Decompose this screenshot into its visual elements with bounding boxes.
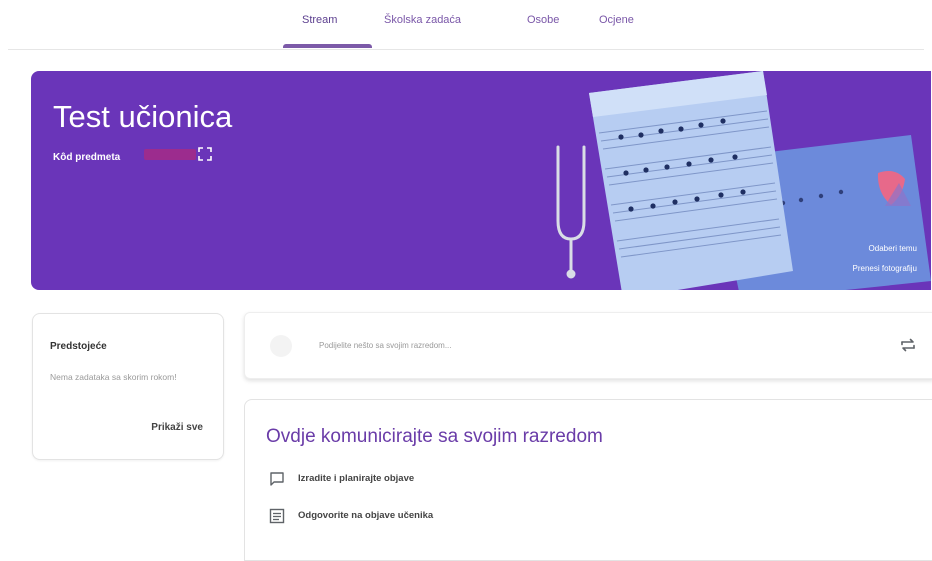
info-item-label: Izradite i planirajte objave: [298, 473, 415, 484]
upload-photo-link[interactable]: Prenesi fotografiju: [853, 264, 917, 273]
top-tab-bar: Stream Školska zadaća Osobe Ocjene: [0, 0, 932, 50]
music-sheet-front: [589, 71, 793, 290]
select-theme-link[interactable]: Odaberi temu: [869, 244, 917, 253]
active-tab-indicator: [283, 44, 372, 48]
comment-icon: [270, 472, 284, 486]
header-divider: [8, 49, 924, 50]
upcoming-card: Predstojeće Nema zadataka sa skorim roko…: [32, 313, 224, 460]
class-banner: Test učionica Kôd predmeta Odaberi temu …: [31, 71, 931, 290]
music-illustration: [556, 71, 931, 290]
info-item-label: Odgovorite na objave učenika: [298, 510, 434, 521]
class-title: Test učionica: [53, 99, 233, 134]
info-title: Ovdje komunicirajte sa svojim razredom: [266, 426, 603, 447]
avatar: [270, 335, 292, 357]
tab-classwork[interactable]: Školska zadaća: [384, 14, 461, 26]
tuning-fork: [556, 145, 586, 279]
communication-info-card: Ovdje komunicirajte sa svojim razredom I…: [244, 399, 932, 561]
tab-stream[interactable]: Stream: [302, 14, 337, 26]
upcoming-title: Predstojeće: [50, 341, 107, 352]
view-all-link[interactable]: Prikaži sve: [151, 422, 203, 433]
share-box[interactable]: Podijelite nešto sa svojim razredom...: [244, 312, 932, 379]
share-input[interactable]: Podijelite nešto sa svojim razredom...: [319, 341, 452, 350]
class-code-label: Kôd predmeta: [53, 152, 121, 163]
tab-people[interactable]: Osobe: [527, 14, 559, 26]
tab-grades[interactable]: Ocjene: [599, 14, 634, 26]
reply-list-icon: [269, 508, 285, 524]
repost-icon[interactable]: [899, 336, 917, 354]
fullscreen-icon[interactable]: [198, 147, 212, 161]
upcoming-empty-text: Nema zadataka sa skorim rokom!: [50, 372, 177, 382]
class-code-value: [144, 149, 196, 160]
